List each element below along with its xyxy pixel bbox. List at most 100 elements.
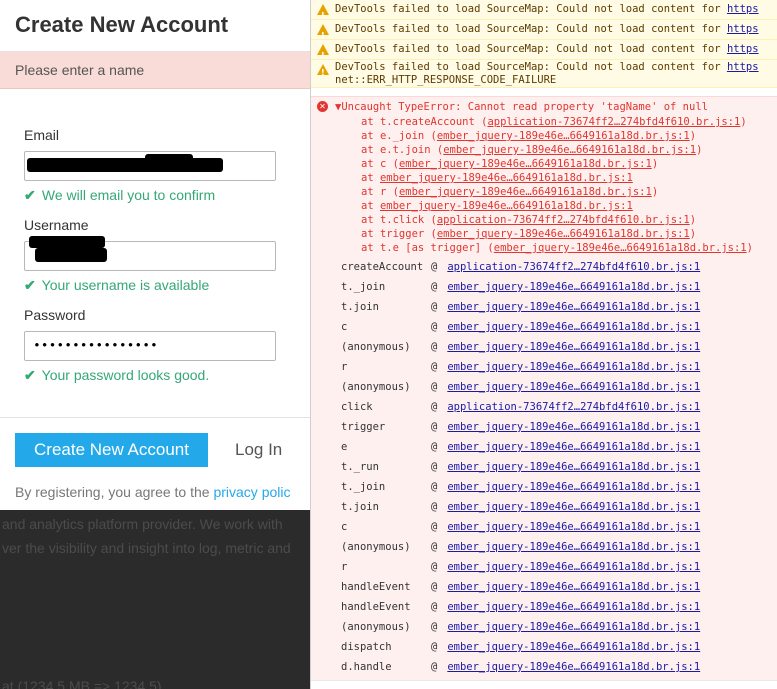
trace-source-link[interactable]: application-73674ff2…274bfd4f610.br.js:1: [487, 116, 740, 128]
check-icon: ✔: [24, 367, 36, 383]
error-header[interactable]: ▼Uncaught TypeError: Cannot read propert…: [335, 101, 708, 113]
at-symbol: @: [431, 361, 438, 373]
trace-source-link[interactable]: ember_jquery-189e46e…6649161a18d.br.js:1: [399, 186, 652, 198]
stack-function-name: handleEvent: [341, 581, 411, 593]
privacy-policy-link[interactable]: privacy polic: [213, 484, 290, 500]
stack-frame: (anonymous) @ ember_jquery-189e46e…664916…: [341, 377, 761, 397]
stack-source-link[interactable]: ember_jquery-189e46e…6649161a18d.br.js:1: [447, 581, 700, 593]
trace-source-link[interactable]: ember_jquery-189e46e…6649161a18d.br.js:1: [380, 172, 633, 184]
stack-frame: d.handle @ ember_jquery-189e46e…6649161a1…: [341, 657, 761, 677]
at-symbol: @: [431, 461, 438, 473]
stack-frame: handleEvent @ ember_jquery-189e46e…664916…: [341, 597, 761, 617]
at-symbol: @: [431, 541, 438, 553]
stack-source-link[interactable]: ember_jquery-189e46e…6649161a18d.br.js:1: [447, 481, 700, 493]
error-trace-line: at trigger (ember_jquery-189e46e…6649161…: [361, 227, 753, 241]
background-text-line: at (1234.5 MB => 1234.5): [2, 678, 162, 689]
stack-source-link[interactable]: ember_jquery-189e46e…6649161a18d.br.js:1: [447, 461, 700, 473]
stack-source-link[interactable]: ember_jquery-189e46e…6649161a18d.br.js:1: [447, 381, 700, 393]
warning-icon: !: [317, 64, 329, 77]
at-symbol: @: [431, 321, 438, 333]
at-symbol: @: [431, 301, 438, 313]
trace-source-link[interactable]: ember_jquery-189e46e…6649161a18d.br.js:1: [437, 130, 690, 142]
modal-title: Create New Account: [15, 12, 229, 37]
trace-suffix: ): [696, 144, 703, 156]
error-trace-line: at t.click (application-73674ff2…274bfd4…: [361, 213, 753, 227]
console-warning: ! DevTools failed to load SourceMap: Cou…: [311, 40, 777, 60]
trace-suffix: ): [689, 228, 697, 240]
stack-source-link[interactable]: ember_jquery-189e46e…6649161a18d.br.js:1: [447, 441, 700, 453]
stack-source-link[interactable]: ember_jquery-189e46e…6649161a18d.br.js:1: [447, 421, 700, 433]
trace-prefix: at e._join (: [361, 130, 437, 142]
stack-source-link[interactable]: ember_jquery-189e46e…6649161a18d.br.js:1: [447, 361, 700, 373]
stack-source-link[interactable]: ember_jquery-189e46e…6649161a18d.br.js:1: [447, 341, 700, 353]
stack-source-link[interactable]: application-73674ff2…274bfd4f610.br.js:1: [447, 401, 700, 413]
trace-suffix: ): [740, 116, 747, 128]
stack-source-link[interactable]: ember_jquery-189e46e…6649161a18d.br.js:1: [447, 601, 700, 613]
at-symbol: @: [431, 441, 438, 453]
stack-function-name: (anonymous): [341, 541, 411, 553]
warning-link[interactable]: https: [727, 61, 759, 73]
stack-function-name: trigger: [341, 421, 386, 433]
trace-prefix: at c (: [361, 158, 399, 170]
console-prompt[interactable]: [311, 680, 777, 689]
stack-source-link[interactable]: ember_jquery-189e46e…6649161a18d.br.js:1: [447, 321, 700, 333]
warning-text-line2: net::ERR_HTTP_RESPONSE_CODE_FAILURE: [335, 74, 557, 86]
stack-source-link[interactable]: ember_jquery-189e46e…6649161a18d.br.js:1: [447, 541, 700, 553]
stack-source-link[interactable]: ember_jquery-189e46e…6649161a18d.br.js:1: [447, 661, 700, 673]
email-label: Email: [24, 127, 60, 143]
at-symbol: @: [431, 381, 438, 393]
login-link[interactable]: Log In: [235, 440, 282, 460]
stack-function-name: handleEvent: [341, 601, 411, 613]
trace-source-link[interactable]: ember_jquery-189e46e…6649161a18d.br.js:1: [494, 242, 747, 254]
stack-source-link[interactable]: application-73674ff2…274bfd4f610.br.js:1: [447, 261, 700, 273]
stack-frame: dispatch @ ember_jquery-189e46e…6649161a1…: [341, 637, 761, 657]
stack-frame: (anonymous) @ ember_jquery-189e46e…664916…: [341, 617, 761, 637]
create-account-button[interactable]: Create New Account: [15, 433, 208, 467]
stack-function-name: c: [341, 521, 348, 533]
trace-source-link[interactable]: application-73674ff2…274bfd4f610.br.js:1: [437, 214, 690, 226]
at-symbol: @: [431, 501, 438, 513]
stack-source-link[interactable]: ember_jquery-189e46e…6649161a18d.br.js:1: [447, 281, 700, 293]
trace-source-link[interactable]: ember_jquery-189e46e…6649161a18d.br.js:1: [437, 228, 690, 240]
error-trace-line: at e._join (ember_jquery-189e46e…6649161…: [361, 129, 753, 143]
warning-link[interactable]: https: [727, 3, 759, 15]
trace-source-link[interactable]: ember_jquery-189e46e…6649161a18d.br.js:1: [399, 158, 652, 170]
at-symbol: @: [431, 641, 438, 653]
console-warning: ! DevTools failed to load SourceMap: Cou…: [311, 60, 777, 88]
background-page: and analytics platform provider. We work…: [0, 510, 310, 689]
console-warning: ! DevTools failed to load SourceMap: Cou…: [311, 20, 777, 40]
signup-form: Email ✔ We will email you to confirm Use…: [24, 127, 284, 385]
trace-source-link[interactable]: ember_jquery-189e46e…6649161a18d.br.js:1: [443, 144, 696, 156]
call-stack: createAccount @ application-73674ff2…274b…: [341, 257, 761, 677]
error-icon: ✕: [317, 101, 328, 112]
devtools-console: ! DevTools failed to load SourceMap: Cou…: [310, 0, 777, 689]
stack-source-link[interactable]: ember_jquery-189e46e…6649161a18d.br.js:1: [447, 621, 700, 633]
stack-source-link[interactable]: ember_jquery-189e46e…6649161a18d.br.js:1: [447, 561, 700, 573]
stack-function-name: e: [341, 441, 348, 453]
error-trace-line: at t.createAccount (application-73674ff2…: [361, 115, 753, 129]
stack-frame: e @ ember_jquery-189e46e…6649161a18d.br.j…: [341, 437, 761, 457]
check-icon: ✔: [24, 187, 36, 203]
at-symbol: @: [431, 601, 438, 613]
console-warning: ! DevTools failed to load SourceMap: Cou…: [311, 0, 777, 20]
stack-source-link[interactable]: ember_jquery-189e46e…6649161a18d.br.js:1: [447, 641, 700, 653]
username-field[interactable]: [24, 236, 276, 271]
redaction-mark: [35, 248, 107, 262]
stack-function-name: (anonymous): [341, 621, 411, 633]
trace-suffix: ): [651, 158, 659, 170]
password-field[interactable]: ••••••••••••••••: [24, 331, 276, 361]
stack-source-link[interactable]: ember_jquery-189e46e…6649161a18d.br.js:1: [447, 521, 700, 533]
stack-function-name: t.join: [341, 301, 379, 313]
warning-text: DevTools failed to load SourceMap: Could…: [335, 23, 727, 35]
stack-source-link[interactable]: ember_jquery-189e46e…6649161a18d.br.js:1: [447, 501, 700, 513]
redaction-mark: [29, 236, 105, 248]
warning-link[interactable]: https: [727, 43, 759, 55]
warning-link[interactable]: https: [727, 23, 759, 35]
trace-source-link[interactable]: ember_jquery-189e46e…6649161a18d.br.js:1: [380, 200, 633, 212]
stack-function-name: createAccount: [341, 261, 424, 273]
stack-frame: r @ ember_jquery-189e46e…6649161a18d.br.j…: [341, 357, 761, 377]
email-field[interactable]: [24, 151, 276, 181]
trace-prefix: at t.click (: [361, 214, 437, 226]
stack-source-link[interactable]: ember_jquery-189e46e…6649161a18d.br.js:1: [447, 301, 700, 313]
stack-function-name: t.join: [341, 501, 379, 513]
